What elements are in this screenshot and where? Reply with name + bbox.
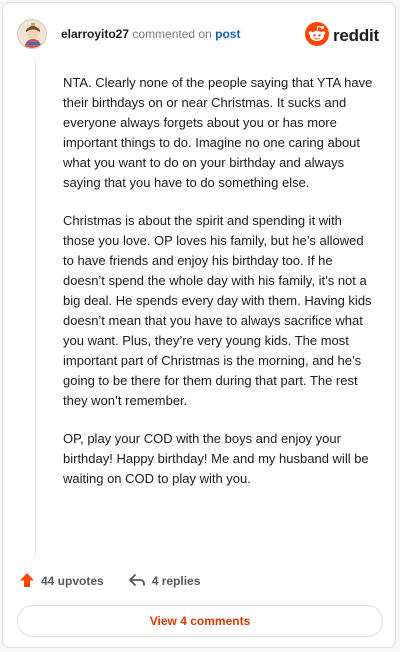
reddit-wordmark: reddit	[332, 26, 379, 45]
upvote-arrow-icon	[19, 572, 35, 591]
comment-paragraph: Christmas is about the spirit and spendi…	[63, 213, 372, 408]
post-link[interactable]: post	[215, 27, 240, 41]
comment-body: NTA. Clearly none of the people saying t…	[63, 73, 373, 507]
reddit-brand[interactable]: reddit	[304, 21, 379, 51]
user-avatar-icon[interactable]	[17, 19, 47, 49]
comment-header: elarroyito27 commented on post reddit	[17, 19, 381, 53]
replies-count: 4 replies	[151, 574, 201, 588]
username-link[interactable]: elarroyito27	[61, 27, 129, 41]
comment-card: elarroyito27 commented on post reddit NT…	[2, 2, 396, 648]
comment-paragraph: OP, play your COD with the boys and enjo…	[63, 431, 369, 486]
comment-meta: elarroyito27 commented on post	[61, 27, 240, 41]
reddit-logo-icon	[304, 21, 329, 51]
upvote-button[interactable]: 44 upvotes	[19, 572, 104, 591]
view-comments-button[interactable]: View 4 comments	[17, 605, 383, 637]
upvote-count: 44 upvotes	[41, 574, 104, 588]
reply-arrow-icon	[128, 572, 146, 591]
comment-actions: 44 upvotes 4 replies	[19, 569, 224, 593]
replies-button[interactable]: 4 replies	[128, 572, 201, 591]
action-text: commented on	[132, 27, 212, 41]
thread-line[interactable]	[35, 59, 36, 557]
comment-paragraph: NTA. Clearly none of the people saying t…	[63, 75, 373, 190]
